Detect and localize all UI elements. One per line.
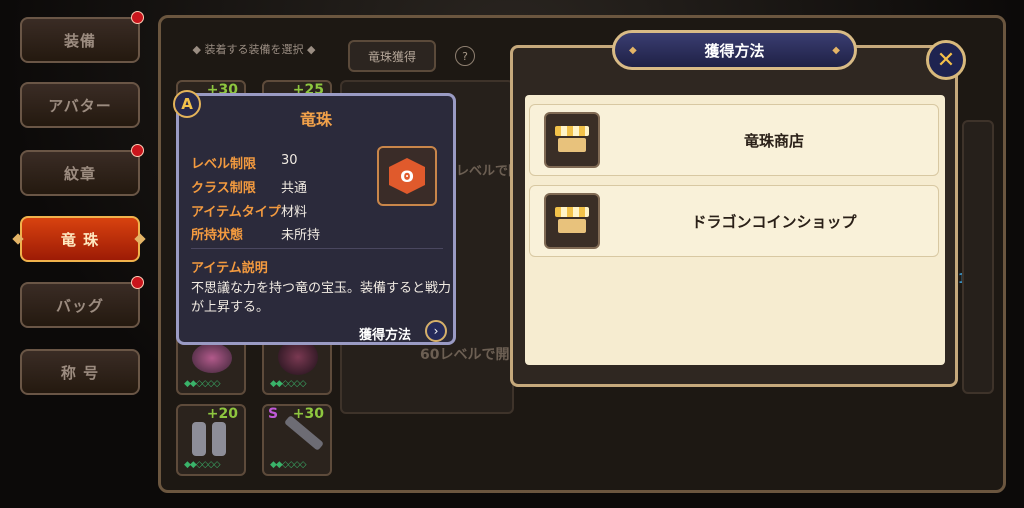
equipment-slot[interactable]: +20 ◆◆◇◇◇◇ — [176, 404, 246, 476]
sidebar-item-label: 装備 — [63, 31, 96, 50]
sidebar-item-crest[interactable]: 紋章 — [20, 150, 140, 196]
item-type-label: アイテムタイプ — [191, 205, 281, 220]
notification-badge — [131, 144, 144, 157]
tooltip-title: 竜珠 — [299, 110, 332, 129]
level-limit-label: レベル制限 — [191, 157, 257, 172]
gem-slots-icon: ◆◆◇◇◇◇ — [270, 379, 307, 389]
sidebar-item-label: 紋章 — [63, 164, 96, 183]
gem-slots-icon: ◆◆◇◇◇◇ — [184, 379, 221, 389]
owned-status-value: 未所持 — [281, 228, 321, 243]
select-equipment-hint: ◆ 装着する装備を選択 ◆ — [192, 43, 316, 56]
acquire-option-label: ドラゴンコインショップ — [691, 212, 857, 231]
sidebar-item-label: バッグ — [55, 296, 104, 315]
acquire-option-label: 竜珠商店 — [743, 131, 804, 150]
dragon-orb-item-icon: ʘ — [377, 146, 437, 206]
diamond-ornament-icon: ◆ — [629, 44, 637, 56]
description-line-1: 不思議な力を持つ竜の宝玉。装備すると戦力 — [191, 281, 452, 296]
sidebar-item-dragon-orb[interactable]: 竜 珠 — [20, 216, 140, 262]
equipment-slot[interactable]: +30 S ◆◆◇◇◇◇ — [262, 404, 332, 476]
acquire-panel-title: ◆ 獲得方法 ◆ — [612, 30, 857, 70]
boots-icon — [212, 422, 226, 456]
gem-slots-icon: ◆◆◇◇◇◇ — [184, 460, 221, 470]
close-icon: ✕ — [936, 47, 956, 73]
class-limit-value: 共通 — [281, 181, 308, 196]
chevron-right-icon[interactable]: › — [425, 320, 447, 342]
grade-s-icon: S — [268, 406, 279, 422]
item-tooltip: A 竜珠 レベル制限 30 クラス制限 共通 アイテムタイプ 材料 所持状態 未… — [173, 90, 456, 345]
sidebar-item-title[interactable]: 称 号 — [20, 349, 140, 395]
dragon-claw-icon: ʘ — [389, 158, 425, 194]
sidebar-item-bag[interactable]: バッグ — [20, 282, 140, 328]
acquire-option-dragon-coin-shop[interactable]: ドラゴンコインショップ — [529, 185, 939, 257]
owned-status-label: 所持状態 — [191, 228, 244, 243]
help-icon[interactable]: ? — [455, 46, 475, 66]
tab-dragon-orb-acquire[interactable]: 竜珠獲得 — [348, 40, 436, 72]
divider — [191, 248, 443, 249]
equipment-item-icon — [192, 343, 232, 373]
acquire-option-dragon-orb-shop[interactable]: 竜珠商店 — [529, 104, 939, 176]
gem-slots-icon: ◆◆◇◇◇◇ — [270, 460, 307, 470]
shop-icon — [544, 193, 600, 249]
close-button[interactable]: ✕ — [926, 40, 966, 80]
boots-icon — [192, 422, 206, 456]
sidebar-item-label: アバター — [48, 96, 112, 115]
right-scroll-panel — [962, 120, 994, 394]
acquire-options-list: 竜珠商店 ドラゴンコインショップ — [525, 95, 945, 365]
class-limit-label: クラス制限 — [191, 181, 256, 196]
acquire-method-link[interactable]: 獲得方法 — [359, 324, 411, 343]
sidebar-item-label: 竜 珠 — [60, 230, 100, 249]
notification-badge — [131, 276, 144, 289]
locked-slot-text: 60レベルで開 — [420, 347, 510, 363]
sidebar-item-label: 称 号 — [60, 363, 100, 382]
diamond-ornament-icon: ◆ — [832, 44, 840, 56]
shop-icon — [544, 112, 600, 168]
level-limit-value: 30 — [281, 153, 298, 168]
description-label: アイテム説明 — [191, 261, 268, 276]
sidebar-item-avatar[interactable]: アバター — [20, 82, 140, 128]
acquire-method-panel: 竜珠商店 ドラゴンコインショップ — [510, 45, 958, 387]
notification-badge — [131, 11, 144, 24]
sidebar-item-equipment[interactable]: 装備 — [20, 17, 140, 63]
description-line-2: が上昇する。 — [191, 300, 270, 315]
item-type-value: 材料 — [281, 205, 308, 220]
